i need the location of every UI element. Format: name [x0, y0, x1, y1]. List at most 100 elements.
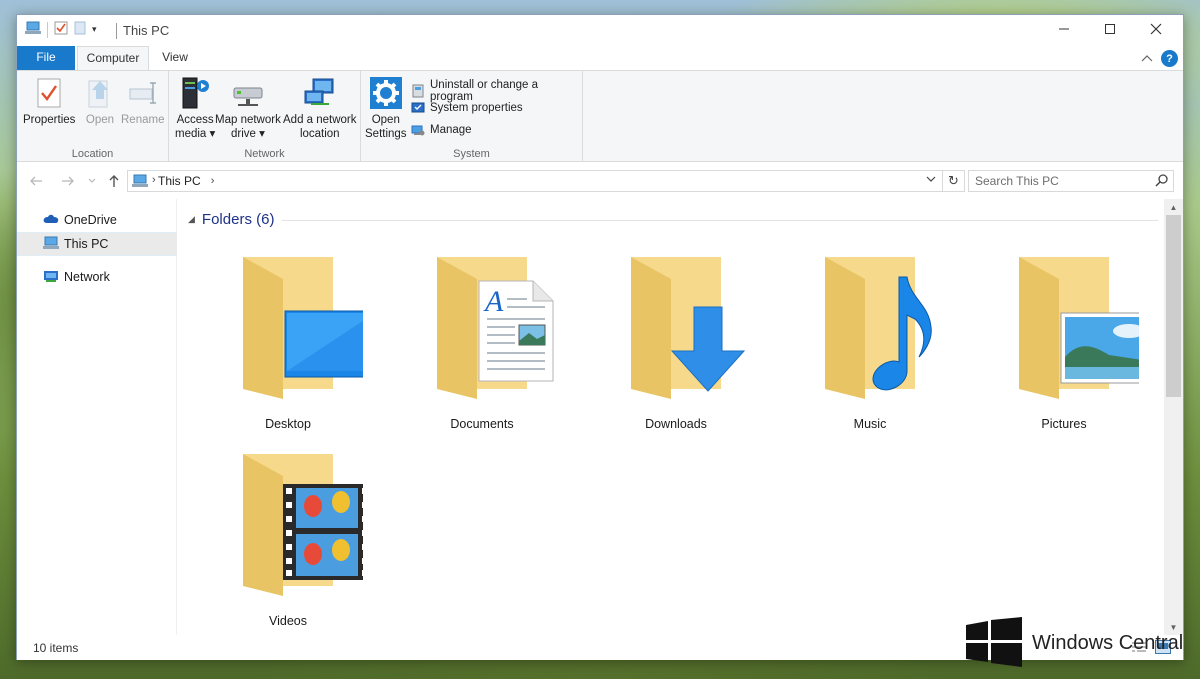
breadcrumb-this-pc[interactable]: This PC — [158, 174, 201, 188]
documents-folder-icon: A — [407, 249, 557, 399]
title-divider — [116, 23, 117, 39]
vertical-scrollbar[interactable]: ▲ ▼ — [1164, 199, 1183, 635]
videos-folder-icon — [213, 446, 371, 596]
network-nav-icon — [43, 269, 59, 286]
manage-button[interactable]: Manage — [411, 123, 472, 137]
folder-music[interactable]: Music — [780, 239, 960, 431]
svg-text:A: A — [483, 285, 504, 318]
customize-toolbar-icon[interactable]: ▾ — [92, 24, 97, 35]
nav-item-onedrive[interactable]: OneDrive — [17, 208, 177, 232]
access-media-label-2: media ▾ — [175, 128, 216, 140]
toolbar-divider — [47, 21, 48, 38]
item-count: 10 items — [33, 641, 79, 655]
forward-button[interactable] — [59, 172, 77, 190]
search-input[interactable] — [975, 171, 1155, 191]
nav-item-network[interactable]: Network — [17, 265, 177, 289]
section-title: Folders (6) — [201, 210, 275, 228]
properties-label: Properties — [23, 114, 76, 126]
ribbon: Properties Open Rename Location Access m… — [17, 70, 1183, 162]
nav-this-pc-label: This PC — [64, 237, 109, 251]
this-pc-icon[interactable] — [25, 21, 41, 38]
system-properties-icon — [411, 101, 425, 115]
breadcrumb-chevron-icon[interactable]: › — [211, 175, 215, 187]
collapse-ribbon-icon[interactable] — [1139, 50, 1155, 66]
address-pc-icon — [132, 174, 148, 191]
title-bar: ▾ This PC — [17, 15, 1183, 46]
system-properties-button[interactable]: System properties — [411, 101, 523, 115]
tab-file[interactable]: File — [17, 46, 75, 70]
properties-checkmark-icon — [32, 75, 66, 111]
network-location-icon — [303, 75, 337, 111]
address-bar[interactable]: › This PC › ↻ — [127, 170, 965, 192]
open-settings-label-2: Settings — [365, 128, 407, 140]
open-button[interactable]: Open — [83, 75, 117, 127]
folder-videos[interactable]: Videos — [198, 436, 378, 628]
scrollbar-thumb[interactable] — [1166, 215, 1181, 397]
navigation-pane: OneDrive This PC Network — [17, 199, 177, 635]
breadcrumb-chevron-icon[interactable]: › — [152, 174, 156, 186]
rename-label: Rename — [121, 114, 165, 126]
folder-label: Downloads — [645, 417, 707, 431]
quick-access-toolbar: ▾ — [25, 21, 97, 38]
open-settings-button[interactable]: Open Settings — [365, 75, 407, 141]
recent-locations-button[interactable] — [83, 172, 101, 190]
add-network-location-button[interactable]: Add a network location — [283, 75, 357, 141]
properties-icon[interactable] — [54, 21, 68, 38]
help-icon[interactable]: ? — [1161, 50, 1178, 67]
network-drive-icon — [231, 75, 265, 111]
open-label: Open — [85, 114, 115, 126]
collapse-triangle-icon[interactable]: ◢ — [188, 214, 195, 225]
refresh-button[interactable]: ↻ — [942, 171, 964, 191]
nav-item-this-pc[interactable]: This PC — [17, 232, 177, 256]
uninstall-label: Uninstall or change a program — [430, 79, 539, 103]
folder-label: Videos — [269, 614, 307, 628]
folder-label: Documents — [450, 417, 514, 431]
content-pane: ◢ Folders (6) Desktop A Documents Downlo… — [178, 199, 1164, 635]
address-dropdown-icon[interactable] — [926, 174, 936, 185]
this-pc-nav-icon — [43, 236, 59, 253]
map-network-drive-button[interactable]: Map network drive ▾ — [215, 75, 281, 141]
access-media-button[interactable]: Access media ▾ — [175, 75, 215, 141]
open-arrow-icon — [83, 75, 117, 111]
folder-desktop[interactable]: Desktop — [198, 239, 378, 431]
manage-label: Manage — [430, 124, 472, 136]
section-divider — [282, 219, 1158, 221]
music-folder-icon — [795, 249, 945, 399]
map-drive-label-1: Map network — [215, 114, 281, 126]
network-group: Access media ▾ Map network drive ▾ Add a… — [169, 71, 361, 162]
manage-icon — [411, 123, 425, 137]
system-group: Open Settings Uninstall or change a prog… — [361, 71, 583, 162]
watermark-text: Windows Central — [1032, 632, 1184, 654]
uninstall-program-button[interactable]: Uninstall or change a program — [411, 79, 582, 103]
pictures-folder-icon — [989, 249, 1154, 399]
maximize-button[interactable] — [1087, 15, 1133, 43]
ribbon-tabs: File Computer View ? — [17, 46, 1183, 70]
search-box — [968, 170, 1174, 192]
address-row: › This PC › ↻ — [17, 163, 1183, 199]
search-icon[interactable] — [1155, 173, 1169, 190]
tab-view[interactable]: View — [155, 46, 195, 70]
system-properties-label: System properties — [430, 102, 523, 114]
rename-button[interactable]: Rename — [121, 75, 164, 127]
folder-label: Music — [853, 417, 887, 431]
back-button[interactable] — [27, 172, 45, 190]
scroll-up-arrow-icon[interactable]: ▲ — [1164, 199, 1183, 215]
map-drive-label-2: drive ▾ — [230, 128, 265, 140]
folder-documents[interactable]: A Documents — [392, 239, 572, 431]
desktop-folder-icon — [213, 249, 378, 399]
close-button[interactable] — [1133, 15, 1179, 43]
up-button[interactable] — [105, 172, 123, 190]
folder-label: Pictures — [1041, 417, 1087, 431]
folder-label: Desktop — [265, 417, 311, 431]
new-folder-icon[interactable] — [74, 21, 86, 38]
window-title: This PC — [123, 23, 170, 38]
folder-pictures[interactable]: Pictures — [974, 239, 1154, 431]
folders-section-header[interactable]: ◢ Folders (6) — [188, 209, 1158, 229]
settings-gear-icon — [369, 75, 403, 111]
properties-button[interactable]: Properties — [23, 75, 75, 127]
location-group: Properties Open Rename Location — [17, 71, 169, 162]
media-server-icon — [178, 75, 212, 111]
minimize-button[interactable] — [1041, 15, 1087, 43]
folder-downloads[interactable]: Downloads — [586, 239, 766, 431]
tab-computer[interactable]: Computer — [77, 46, 149, 70]
